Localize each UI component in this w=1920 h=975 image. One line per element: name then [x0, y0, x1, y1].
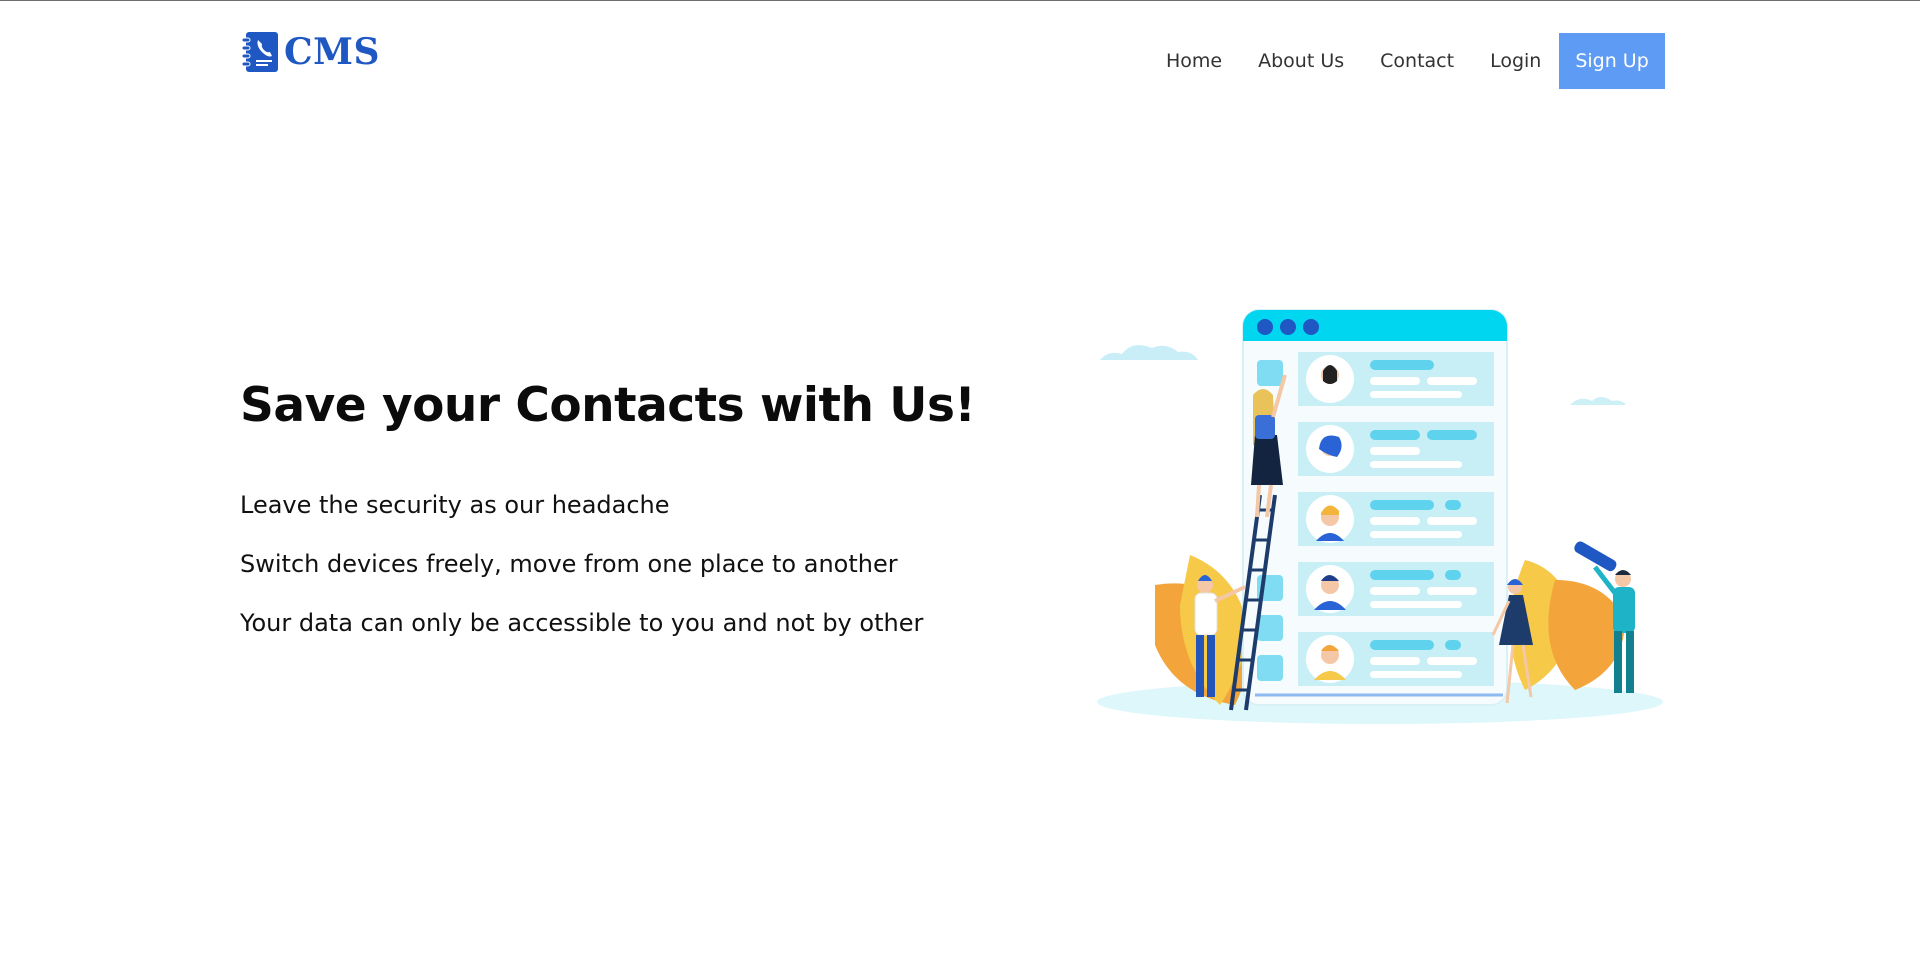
hero-line: Your data can only be accessible to you …	[240, 609, 924, 637]
contact-row	[1298, 492, 1494, 546]
brand-logo[interactable]: CMS	[240, 30, 380, 74]
nav-about-us[interactable]: About Us	[1240, 33, 1362, 89]
nav-home[interactable]: Home	[1148, 33, 1240, 89]
contact-book-icon	[241, 32, 278, 72]
contact-row	[1298, 632, 1494, 686]
nav-contact[interactable]: Contact	[1362, 33, 1472, 89]
nav-login[interactable]: Login	[1472, 33, 1559, 89]
hero-title: Save your Contacts with Us!	[240, 378, 976, 433]
signup-button[interactable]: Sign Up	[1559, 33, 1665, 89]
brand-name: CMS	[284, 31, 380, 73]
contact-row	[1298, 422, 1494, 476]
hero-line: Leave the security as our headache	[240, 491, 670, 519]
hero-feature-list: Leave the security as our headache Switc…	[240, 486, 923, 663]
contact-row	[1298, 562, 1494, 616]
contact-row	[1298, 352, 1494, 406]
page: CMS Home About Us Contact Login Sign Up …	[0, 0, 1920, 975]
contact-list-illustration	[1097, 309, 1663, 724]
main-nav: Home About Us Contact Login Sign Up	[1148, 33, 1665, 89]
hero-line: Switch devices freely, move from one pla…	[240, 550, 898, 578]
top-border	[0, 0, 1920, 1]
